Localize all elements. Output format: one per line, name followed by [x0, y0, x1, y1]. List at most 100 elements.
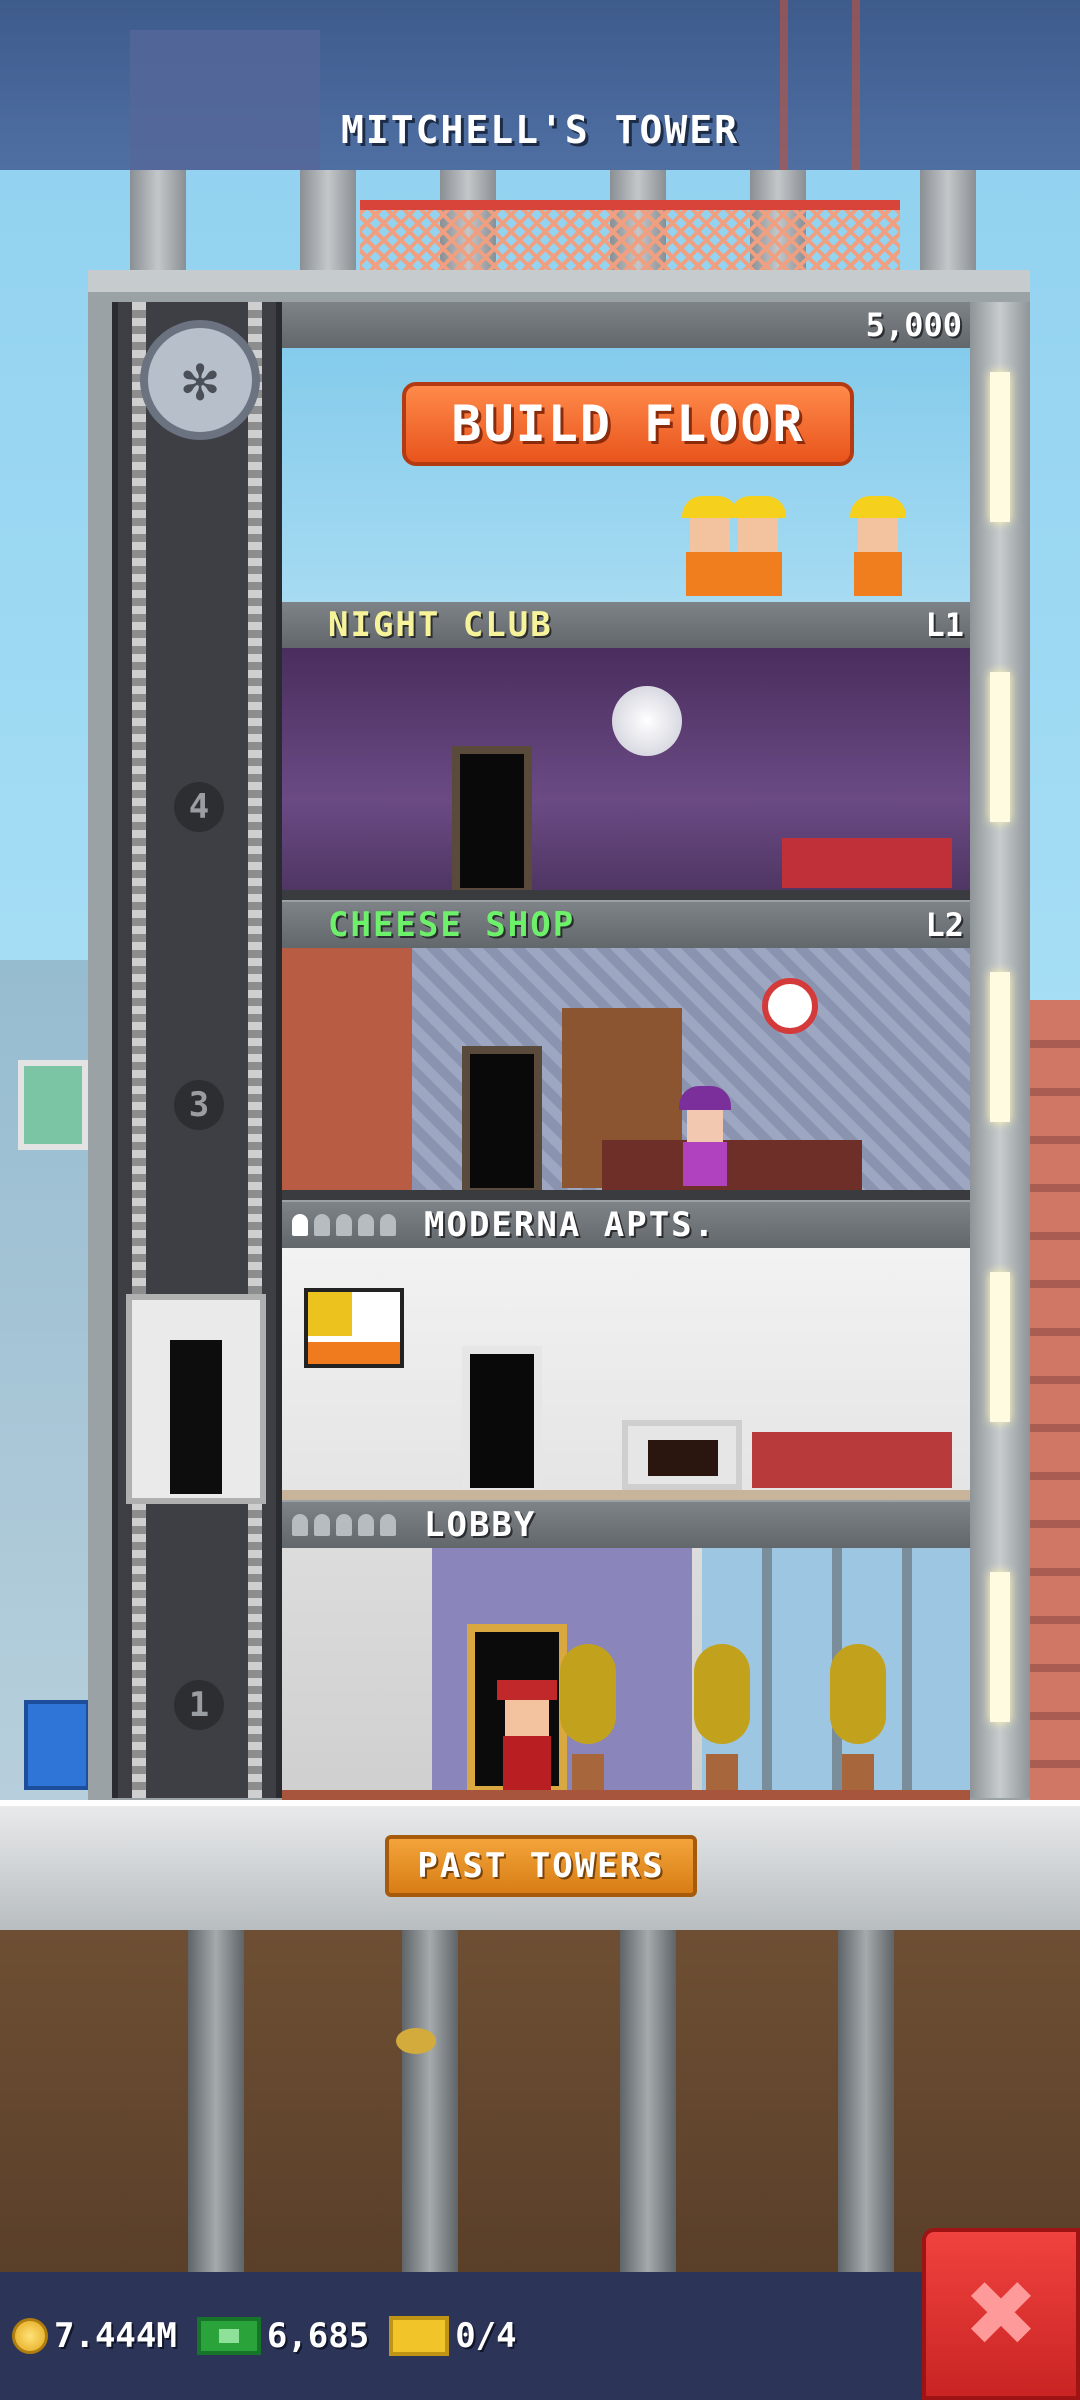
roof-post [300, 170, 356, 270]
floor-cheese-shop[interactable]: CHEESE SHOP L2 [282, 902, 970, 1202]
doorway [462, 1046, 542, 1196]
right-pillar [970, 302, 1030, 1798]
floor-level: L2 [925, 906, 964, 944]
resident-icon [336, 1514, 352, 1536]
resident-icon [292, 1514, 308, 1536]
construction-worker [850, 496, 906, 596]
floor-label-bar: MODERNA APTS. [282, 1202, 970, 1248]
disco-ball-icon [612, 686, 682, 756]
doorway [462, 1346, 542, 1496]
resident-icon [380, 1514, 396, 1536]
resident-icon [314, 1514, 330, 1536]
floor-label-bar: LOBBY [282, 1502, 970, 1548]
elevator-floor-3: 3 [174, 1080, 224, 1130]
brick-wall [282, 948, 412, 1200]
underground [0, 1930, 1080, 2272]
no-symbol-icon [762, 978, 818, 1034]
elevator-car[interactable] [126, 1294, 266, 1504]
floor-strip [282, 890, 970, 900]
night-club-room [282, 648, 970, 900]
floor-label-bar: CHEESE SHOP L2 [282, 902, 970, 948]
resident-slots [292, 1514, 396, 1536]
floor-name: NIGHT CLUB [328, 605, 553, 645]
elevator-door [170, 1340, 222, 1494]
build-floor-button[interactable]: BUILD FLOOR [402, 382, 854, 466]
tickets-value: 0/4 [455, 2316, 517, 2356]
plant-icon [694, 1644, 750, 1794]
roof [130, 170, 990, 270]
elevator-floor-4: 4 [174, 782, 224, 832]
cheese-shop-room [282, 948, 970, 1200]
resident-icon [358, 1214, 374, 1236]
elevator-shaft[interactable]: ✻ 4 3 1 [112, 302, 282, 1798]
bux-stat[interactable]: 6,685 [196, 2316, 370, 2356]
coin-icon [12, 2318, 48, 2354]
roof-post [920, 170, 976, 270]
light-strip [990, 672, 1010, 822]
blue-billboard [24, 1700, 90, 1790]
sofa-icon [782, 838, 952, 888]
resident-icon [380, 1214, 396, 1236]
plant-icon [560, 1644, 616, 1794]
floor-level: L1 [925, 606, 964, 644]
tower-bux-icon [196, 2317, 261, 2355]
resident-icon [292, 1214, 308, 1236]
doorway [452, 746, 532, 896]
fireplace-icon [622, 1420, 742, 1490]
elevator-motor-icon: ✻ [140, 320, 260, 440]
floor-lobby[interactable]: LOBBY [282, 1502, 970, 1802]
resident-icon [358, 1514, 374, 1536]
floor-name: LOBBY [424, 1505, 537, 1545]
foundation-pillar [620, 1930, 676, 2272]
apartment-room [282, 1248, 970, 1500]
floor-label-bar: NIGHT CLUB L1 [282, 602, 970, 648]
floor-moderna-apts[interactable]: MODERNA APTS. [282, 1202, 970, 1502]
foundation-pillar [402, 1930, 458, 2272]
coins-value: 7.444M [54, 2316, 177, 2356]
plant-icon [830, 1644, 886, 1794]
foundation-pillar [188, 1930, 244, 2272]
floor-name: MODERNA APTS. [424, 1205, 717, 1245]
build-cost: 5,000 [865, 306, 962, 344]
bellhop[interactable] [497, 1680, 557, 1790]
fries-billboard [18, 1060, 88, 1150]
resident-icon [336, 1214, 352, 1236]
golden-ticket-icon [389, 2316, 450, 2356]
tickets-stat[interactable]: 0/4 [389, 2316, 517, 2356]
coins-stat[interactable]: 7.444M [12, 2316, 177, 2356]
roof-fence [360, 200, 900, 270]
tower-title: MITCHELL'S TOWER [340, 108, 740, 152]
resident-icon [314, 1214, 330, 1236]
wall-art-icon [304, 1288, 404, 1368]
roof-post [130, 170, 186, 270]
label-left: LOBBY [292, 1505, 536, 1545]
light-strip [990, 372, 1010, 522]
build-floor-section: 5,000 BUILD FLOOR [282, 302, 970, 602]
floor-name: CHEESE SHOP [328, 905, 576, 945]
elevator-rail [132, 302, 146, 1798]
sofa-icon [752, 1432, 952, 1488]
title-bar: MITCHELL'S TOWER [0, 0, 1080, 170]
background-building [130, 30, 320, 170]
floor-strip [282, 1490, 970, 1500]
bux-value: 6,685 [266, 2316, 370, 2356]
stats-bar: 7.444M 6,685 0/4 [0, 2272, 922, 2400]
label-left: MODERNA APTS. [292, 1205, 716, 1245]
floor-night-club[interactable]: NIGHT CLUB L1 [282, 602, 970, 902]
buried-coin-icon[interactable] [396, 2028, 436, 2054]
foundation-pillar [838, 1930, 894, 2272]
elevator-floor-1: 1 [174, 1680, 224, 1730]
build-floor-bar: 5,000 [282, 302, 970, 348]
close-x-icon[interactable]: ✖ [922, 2228, 1080, 2400]
floor-strip [282, 1190, 970, 1200]
customer[interactable] [677, 1086, 733, 1186]
light-strip [990, 1572, 1010, 1722]
elevator-rail [248, 302, 262, 1798]
lobby-room [282, 1548, 970, 1800]
past-towers-button[interactable]: PAST TOWERS [385, 1835, 697, 1897]
crane-silhouette [780, 0, 860, 170]
resident-slots [292, 1214, 396, 1236]
floor-strip [282, 1790, 970, 1800]
construction-worker [730, 496, 786, 596]
light-strip [990, 972, 1010, 1122]
